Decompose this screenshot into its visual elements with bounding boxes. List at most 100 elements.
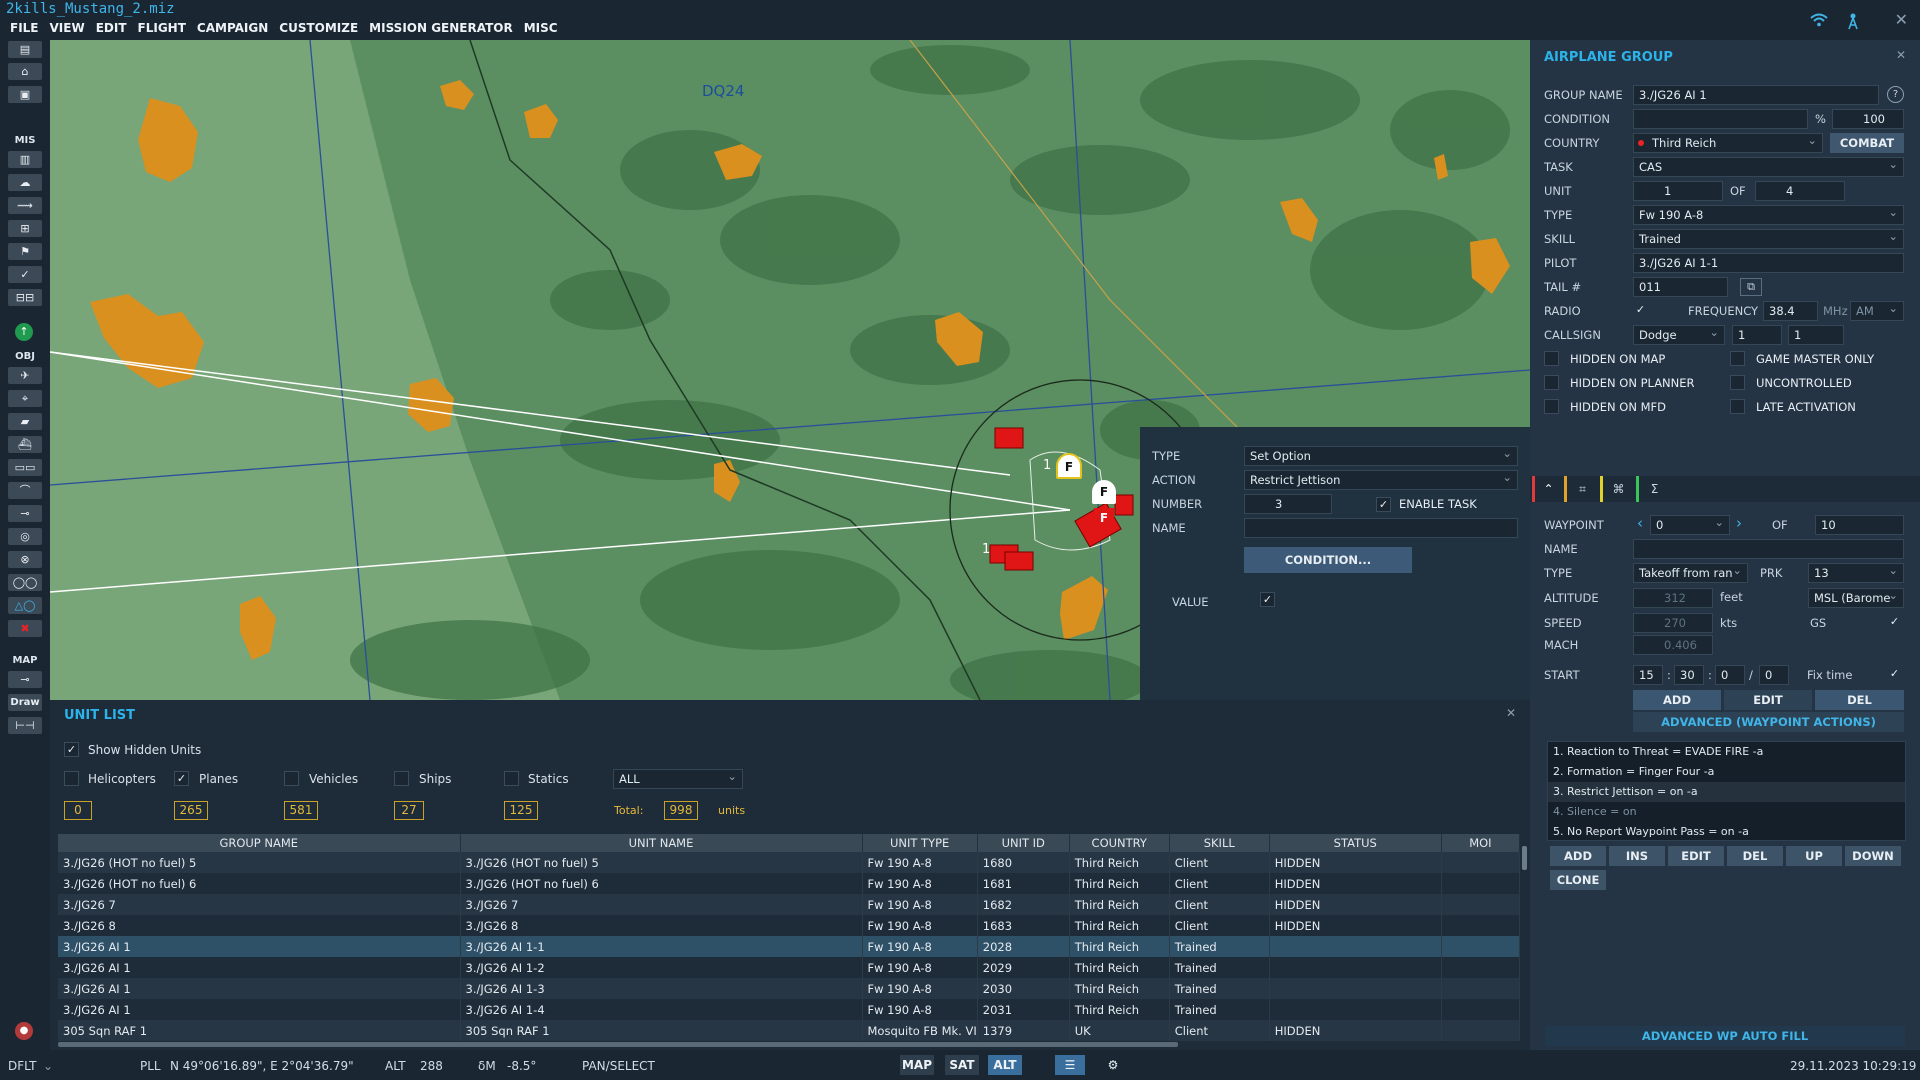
static-icon[interactable]: ▭▭ — [8, 459, 42, 476]
menu-edit[interactable]: EDIT — [96, 21, 127, 35]
list-item[interactable]: 4. Silence = on — [1548, 802, 1905, 822]
column-header-unit-type[interactable]: UNIT TYPE — [862, 834, 978, 852]
list-item[interactable]: 2. Formation = Finger Four -a — [1548, 762, 1905, 782]
action-ins-button[interactable]: INS — [1609, 846, 1665, 866]
vehicles-checkbox[interactable] — [284, 771, 299, 786]
skill-select[interactable]: Trained — [1633, 229, 1904, 249]
column-header-group-name[interactable]: GROUP NAME — [58, 834, 461, 852]
type-select[interactable]: Fw 190 A-8 — [1633, 205, 1904, 225]
start-day-input[interactable]: 0 — [1759, 665, 1789, 685]
altitude-stepper[interactable]: 312 — [1633, 588, 1713, 608]
helicopter-icon[interactable]: ⌖ — [8, 390, 42, 407]
mode-select[interactable]: DFLT — [8, 1059, 37, 1073]
prk-select[interactable]: 13 — [1808, 563, 1904, 583]
vertical-scrollbar[interactable] — [1522, 846, 1527, 870]
up-arrow-icon[interactable]: ↑ — [15, 323, 33, 341]
pilot-input[interactable]: 3./JG26 AI 1-1 — [1633, 253, 1904, 273]
ships-checkbox[interactable] — [394, 771, 409, 786]
unit-count-stepper[interactable]: 4 — [1755, 181, 1845, 201]
menu-misc[interactable]: MISC — [524, 21, 558, 35]
column-header-unit-name[interactable]: UNIT NAME — [460, 834, 863, 852]
column-header-country[interactable]: COUNTRY — [1069, 834, 1170, 852]
action-up-button[interactable]: UP — [1786, 846, 1842, 866]
table-row[interactable]: 305 Sqn RAF 1 305 Sqn RAF 1 Mosquito FB Mk… — [58, 1020, 1521, 1041]
mach-stepper[interactable]: 0.406 — [1633, 635, 1713, 655]
horizontal-scrollbar[interactable] — [58, 1042, 1178, 1047]
airfield-icon[interactable]: ◯◯ — [8, 574, 42, 591]
waypoint-prev-icon[interactable]: ‹ — [1637, 514, 1643, 532]
hidden-on-planner-checkbox[interactable] — [1544, 375, 1559, 390]
target-icon[interactable]: ◎ — [8, 528, 42, 545]
callsign-number-input[interactable]: 1 — [1788, 325, 1844, 345]
panel-close-icon[interactable]: ✕ — [1896, 48, 1906, 62]
menu-customize[interactable]: CUSTOMIZE — [279, 21, 358, 35]
tail-input[interactable]: 011 — [1633, 277, 1728, 297]
copy-icon[interactable]: ⧉ — [1740, 278, 1762, 296]
save-icon[interactable]: ▣ — [8, 86, 42, 103]
start-second-input[interactable]: 0 — [1715, 665, 1745, 685]
action-down-button[interactable]: DOWN — [1845, 846, 1901, 866]
game-master-only-checkbox[interactable] — [1730, 351, 1745, 366]
record-icon[interactable]: ● — [15, 1022, 33, 1040]
key-icon[interactable]: ⊸ — [8, 671, 42, 688]
callsign-select[interactable]: Dodge — [1633, 325, 1725, 345]
task-value-checkbox[interactable]: ✓ — [1260, 592, 1275, 607]
group-name-input[interactable]: 3./JG26 AI 1 — [1633, 85, 1879, 105]
table-row[interactable]: 3./JG26 7 3./JG26 7 Fw 190 A-8 1682 Third Re… — [58, 894, 1521, 915]
sat-mode-button[interactable]: SAT — [945, 1055, 979, 1075]
start-hour-input[interactable]: 15 — [1633, 665, 1663, 685]
advanced-waypoint-actions-button[interactable]: ADVANCED (WAYPOINT ACTIONS) — [1633, 712, 1904, 732]
check-icon[interactable]: ✓ — [8, 266, 42, 283]
table-row[interactable]: 3./JG26 (HOT no fuel) 5 3./JG26 (HOT no f… — [58, 852, 1521, 873]
enemy-unit-marker[interactable]: F — [1094, 508, 1114, 528]
task-name-input[interactable] — [1244, 518, 1518, 538]
condition-input[interactable] — [1633, 109, 1808, 129]
table-row[interactable]: 3./JG26 AI 1 3./JG26 AI 1-4 Fw 190 A-8 2031… — [58, 999, 1521, 1020]
action-add-button[interactable]: ADD — [1550, 846, 1606, 866]
task-action-select[interactable]: Restrict Jettison — [1244, 470, 1518, 490]
draw-button[interactable]: Draw — [8, 694, 42, 711]
callsign-number-input[interactable]: 1 — [1732, 325, 1782, 345]
payload-tab-icon[interactable]: ⌘ — [1600, 476, 1634, 502]
bridge-icon[interactable]: ⌒ — [8, 482, 42, 499]
modulation-select[interactable]: AM — [1850, 301, 1904, 321]
unit-list-close-icon[interactable]: ✕ — [1506, 706, 1516, 720]
layers-icon[interactable]: ☰ — [1055, 1055, 1085, 1075]
new-file-icon[interactable]: ▤ — [8, 41, 42, 58]
condition-button[interactable]: CONDITION... — [1244, 547, 1412, 573]
condition-value-stepper[interactable]: 100 — [1832, 109, 1904, 129]
wp-edit-button[interactable]: EDIT — [1724, 690, 1812, 710]
action-edit-button[interactable]: EDIT — [1668, 846, 1724, 866]
unit-stepper[interactable]: 1 — [1633, 181, 1723, 201]
weather-cloud-icon[interactable]: ☁ — [8, 174, 42, 191]
radio-checkbox[interactable]: ✓ — [1633, 303, 1648, 318]
waypoint-select[interactable]: 0 — [1650, 515, 1730, 535]
airplane-icon[interactable]: ✈ — [8, 367, 42, 384]
ruler-icon[interactable]: ⊢⊣ — [8, 717, 42, 734]
table-row[interactable]: 3./JG26 8 3./JG26 8 Fw 190 A-8 1683 Third Re… — [58, 915, 1521, 936]
alt-mode-button[interactable]: ALT — [988, 1055, 1022, 1075]
uncontrolled-checkbox[interactable] — [1730, 375, 1745, 390]
target-tab-icon[interactable]: ⌗ — [1564, 476, 1598, 502]
airplane-unit-marker[interactable]: F — [1092, 480, 1116, 504]
summary-tab-icon[interactable]: Σ — [1636, 476, 1670, 502]
list-item[interactable]: 5. No Report Waypoint Pass = on -a — [1548, 822, 1905, 842]
hidden-on-map-checkbox[interactable] — [1544, 351, 1559, 366]
table-row[interactable]: 3./JG26 AI 1 3./JG26 AI 1-2 Fw 190 A-8 2029… — [58, 957, 1521, 978]
map-mode-button[interactable]: MAP — [900, 1055, 934, 1075]
mode-dropdown-icon[interactable]: ⌄ — [43, 1059, 53, 1073]
trigger-icon[interactable]: ⊞ — [8, 220, 42, 237]
open-folder-icon[interactable]: ⌂ — [8, 63, 42, 80]
enable-task-checkbox[interactable]: ✓ — [1376, 497, 1391, 512]
column-header-unit-id[interactable]: UNIT ID — [977, 834, 1070, 852]
list-item-selected[interactable]: 3. Restrict Jettison = on -a — [1548, 782, 1905, 802]
menu-flight[interactable]: FLIGHT — [138, 21, 186, 35]
action-del-button[interactable]: DEL — [1727, 846, 1783, 866]
route-icon[interactable]: ⟿ — [8, 197, 42, 214]
wp-del-button[interactable]: DEL — [1815, 690, 1904, 710]
statics-checkbox[interactable] — [504, 771, 519, 786]
flag-icon[interactable]: ⚑ — [8, 243, 42, 260]
show-hidden-checkbox[interactable]: ✓ — [64, 742, 79, 757]
zone-icon[interactable]: ⊸ — [8, 505, 42, 522]
altitude-type-select[interactable]: MSL (Barome — [1808, 588, 1904, 608]
